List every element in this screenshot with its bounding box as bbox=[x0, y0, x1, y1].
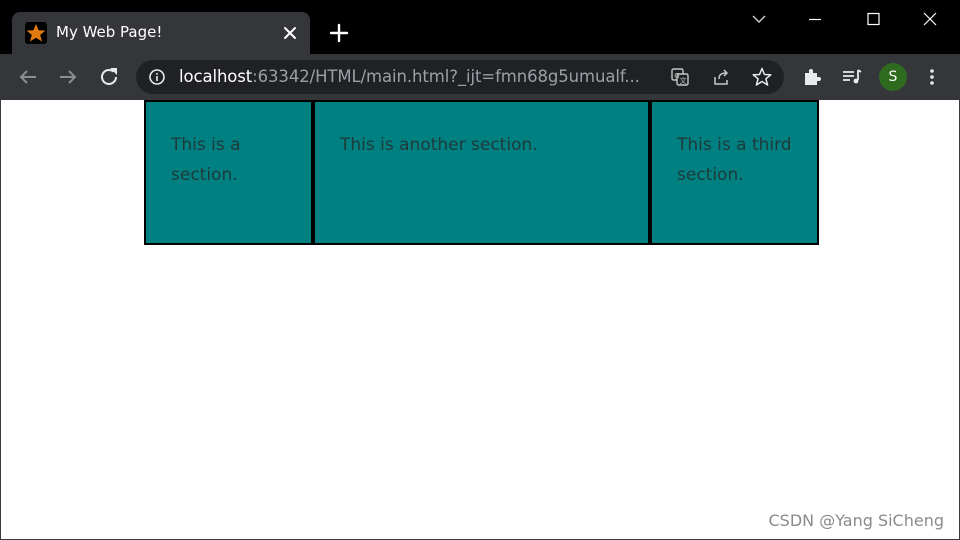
media-queue-icon[interactable] bbox=[838, 63, 866, 91]
address-bar[interactable]: localhost:63342/HTML/main.html?_ijt=fmn6… bbox=[136, 60, 784, 94]
reload-icon[interactable] bbox=[95, 63, 123, 91]
maximize-icon[interactable] bbox=[850, 6, 896, 34]
forward-arrow-icon[interactable] bbox=[54, 63, 82, 91]
browser-chrome: My Web Page! localhost:63342/HTML/main.h… bbox=[0, 0, 960, 100]
section-third: This is a third section. bbox=[650, 100, 819, 245]
translate-icon[interactable]: G 文 bbox=[670, 67, 690, 87]
tab-my-web-page[interactable]: My Web Page! bbox=[12, 12, 310, 54]
share-icon[interactable] bbox=[711, 67, 731, 87]
info-icon[interactable] bbox=[148, 68, 166, 86]
new-tab-button[interactable] bbox=[326, 20, 352, 46]
close-tab-icon[interactable] bbox=[280, 23, 300, 43]
page-viewport: This is a section. This is another secti… bbox=[0, 100, 960, 540]
more-menu-icon[interactable] bbox=[918, 63, 946, 91]
url-path: :63342/HTML/main.html?_ijt=fmn68g5umualf… bbox=[252, 67, 640, 86]
tab-search-icon[interactable] bbox=[736, 6, 782, 34]
svg-text:文: 文 bbox=[680, 76, 687, 85]
extensions-puzzle-icon[interactable] bbox=[798, 63, 826, 91]
url-text: localhost:63342/HTML/main.html?_ijt=fmn6… bbox=[179, 67, 649, 86]
section-first: This is a section. bbox=[144, 100, 313, 245]
url-host: localhost bbox=[179, 67, 253, 86]
browser-toolbar: localhost:63342/HTML/main.html?_ijt=fmn6… bbox=[0, 54, 960, 100]
minimize-icon[interactable] bbox=[792, 6, 838, 34]
star-icon bbox=[25, 22, 47, 44]
tab-title: My Web Page! bbox=[56, 23, 163, 41]
back-arrow-icon[interactable] bbox=[14, 63, 42, 91]
section-second: This is another section. bbox=[313, 100, 650, 245]
profile-avatar[interactable]: S bbox=[879, 63, 907, 91]
tab-strip: My Web Page! bbox=[0, 0, 960, 54]
sections-row: This is a section. This is another secti… bbox=[144, 100, 819, 245]
bookmark-star-icon[interactable] bbox=[751, 66, 773, 88]
watermark: CSDN @Yang SiCheng bbox=[768, 511, 944, 530]
close-window-icon[interactable] bbox=[907, 6, 953, 34]
